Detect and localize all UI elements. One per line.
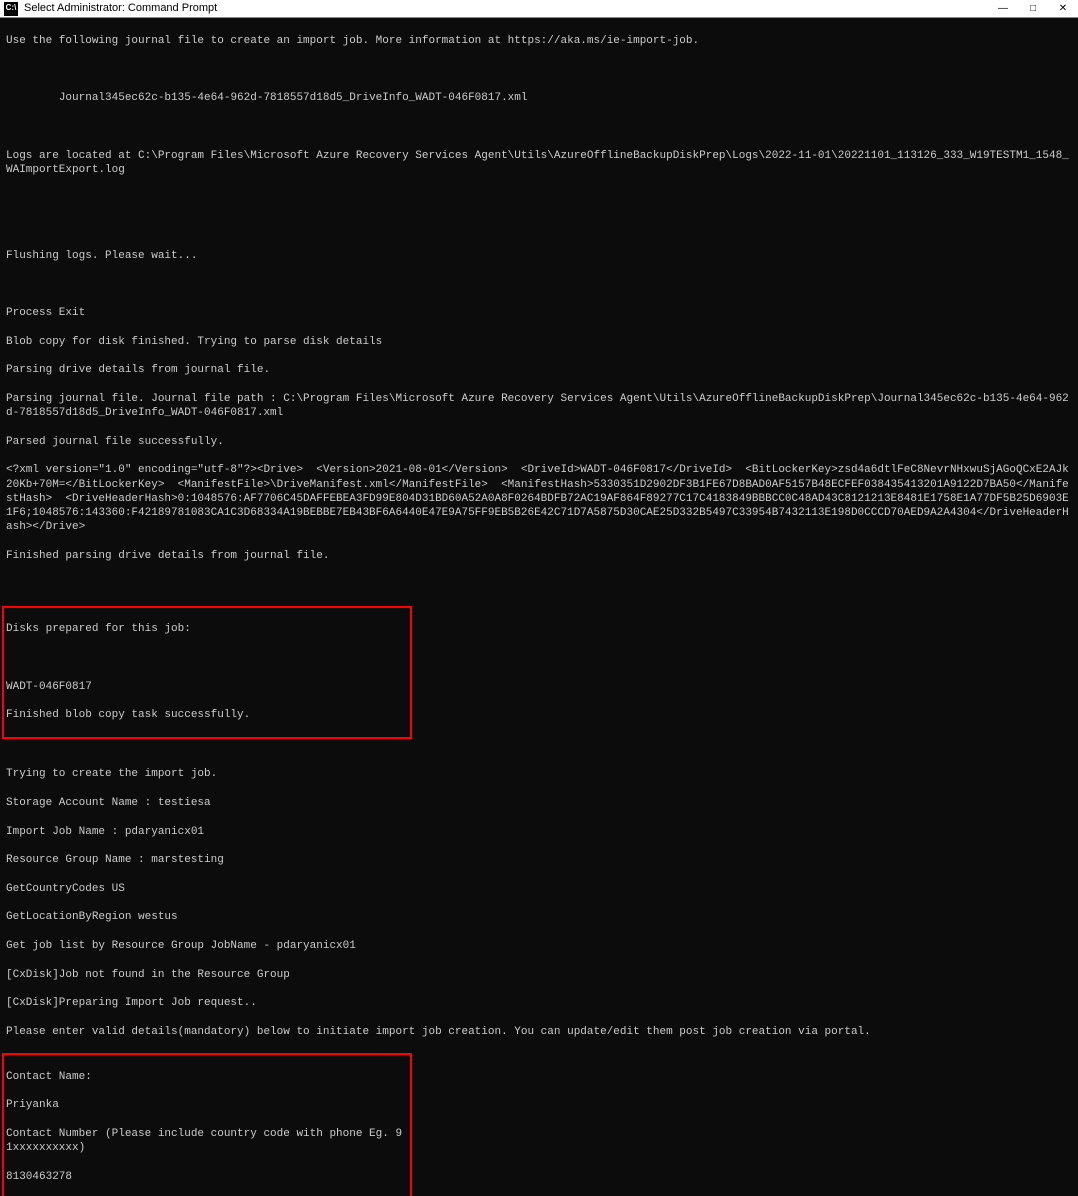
output-line: Import Job Name : pdaryanicx01 [6, 825, 1072, 839]
highlight-disks-prepared: Disks prepared for this job: WADT-046F08… [2, 606, 412, 739]
output-line: Flushing logs. Please wait... [6, 249, 1072, 263]
window-controls: — □ ✕ [988, 0, 1078, 17]
titlebar: C:\ Select Administrator: Command Prompt… [0, 0, 1078, 18]
output-line: Priyanka [6, 1098, 408, 1112]
maximize-button[interactable]: □ [1018, 0, 1048, 17]
output-line: [CxDisk]Job not found in the Resource Gr… [6, 968, 1072, 982]
cmd-icon: C:\ [4, 2, 18, 16]
output-line: GetCountryCodes US [6, 882, 1072, 896]
output-line: Trying to create the import job. [6, 767, 1072, 781]
output-line: Parsing drive details from journal file. [6, 363, 1072, 377]
output-line: Process Exit [6, 306, 1072, 320]
output-line: WADT-046F0817 [6, 680, 408, 694]
output-line: [CxDisk]Preparing Import Job request.. [6, 996, 1072, 1010]
output-line: GetLocationByRegion westus [6, 910, 1072, 924]
output-line: Resource Group Name : marstesting [6, 853, 1072, 867]
output-line: Parsing journal file. Journal file path … [6, 392, 1072, 421]
output-line: Finished blob copy task successfully. [6, 708, 408, 722]
output-line: Use the following journal file to create… [6, 34, 1072, 48]
output-line: 8130463278 [6, 1170, 408, 1184]
output-line: Parsed journal file successfully. [6, 435, 1072, 449]
output-line: Disks prepared for this job: [6, 622, 408, 636]
output-line: Storage Account Name : testiesa [6, 796, 1072, 810]
window-title: Select Administrator: Command Prompt [22, 1, 988, 15]
minimize-button[interactable]: — [988, 0, 1018, 17]
output-line: Logs are located at C:\Program Files\Mic… [6, 149, 1072, 178]
output-line: Get job list by Resource Group JobName -… [6, 939, 1072, 953]
terminal-output[interactable]: Use the following journal file to create… [0, 18, 1078, 1196]
close-button[interactable]: ✕ [1048, 0, 1078, 17]
output-line: Blob copy for disk finished. Trying to p… [6, 335, 1072, 349]
output-line: Contact Name: [6, 1070, 408, 1084]
output-line: Journal345ec62c-b135-4e64-962d-7818557d1… [6, 91, 1072, 105]
output-line: Please enter valid details(mandatory) be… [6, 1025, 1072, 1039]
output-line: <?xml version="1.0" encoding="utf-8"?><D… [6, 463, 1072, 534]
highlight-contact-details: Contact Name: Priyanka Contact Number (P… [2, 1053, 412, 1196]
output-line: Finished parsing drive details from jour… [6, 549, 1072, 563]
output-line: Contact Number (Please include country c… [6, 1127, 408, 1156]
